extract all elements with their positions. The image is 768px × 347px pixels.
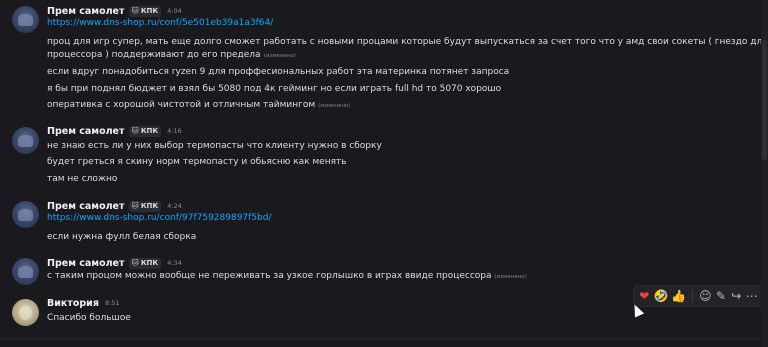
message-text-line: оперативка с хорошой чистотой и отличным… <box>47 99 350 112</box>
avatar[interactable] <box>12 6 39 33</box>
message-text: процессора ) поддерживают до его предела <box>47 50 261 60</box>
username[interactable]: Прем самолет <box>47 258 125 269</box>
message-text: проц для игр супер, мать еще долго сможе… <box>47 37 768 47</box>
timestamp[interactable]: 4:16 <box>167 127 182 135</box>
message-header: Виктория 8:51 <box>47 296 120 310</box>
add-reaction-icon[interactable]: ☺ <box>699 288 712 304</box>
message-input-edge <box>0 339 761 347</box>
heart-icon[interactable]: ❤ <box>638 288 650 304</box>
avatar[interactable] <box>12 299 39 326</box>
tag-label: КПК <box>140 202 159 210</box>
tag-label: КПК <box>140 259 159 267</box>
message-header: Прем самолет 🐱 КПК 4:16 <box>47 124 182 138</box>
divider <box>692 290 694 302</box>
edited-label: (изменено) <box>494 274 527 280</box>
laughing-face-icon[interactable]: 🤣 <box>653 288 668 304</box>
message-text: там не сложно <box>47 174 118 184</box>
message-text: если нужна фулл белая сборка <box>47 232 197 242</box>
server-tag[interactable]: 🐱 КПК <box>128 200 162 212</box>
timestamp[interactable]: 4:04 <box>167 7 182 15</box>
message-text: с таким процом можно вообще не переживат… <box>47 271 492 281</box>
message-link[interactable]: https://www.dns-shop.ru/conf/5e501eb39a1… <box>47 17 273 29</box>
message-text: я бы при поднял бюджет и взял бы 5080 по… <box>47 84 502 94</box>
cat-face-icon: 🐱 <box>131 7 139 15</box>
timestamp[interactable]: 4:34 <box>167 259 182 267</box>
reply-arrow-icon[interactable]: ↪ <box>730 288 742 304</box>
edit-icon[interactable]: ✎ <box>715 288 727 304</box>
timestamp[interactable]: 4:24 <box>167 202 182 210</box>
message-text-line: с таким процом можно вообще не переживат… <box>47 270 527 283</box>
message-text: Спасибо большое <box>47 313 131 323</box>
scrollbar[interactable] <box>761 0 768 347</box>
server-tag[interactable]: 🐱 КПК <box>128 125 162 137</box>
username[interactable]: Прем самолет <box>47 6 125 17</box>
tag-label: КПК <box>140 7 159 15</box>
username[interactable]: Прем самолет <box>47 126 125 137</box>
server-tag[interactable]: 🐱 КПК <box>128 257 162 269</box>
message-action-bar: ❤ 🤣 👍 ☺ ✎ ↪ ⋯ <box>633 285 763 307</box>
server-tag[interactable]: 🐱 КПК <box>128 5 162 17</box>
message-text-line: процессора ) поддерживают до его предела… <box>47 49 296 62</box>
more-icon[interactable]: ⋯ <box>746 288 758 304</box>
avatar[interactable] <box>12 127 39 154</box>
username[interactable]: Виктория <box>47 298 99 309</box>
message-header: Прем самолет 🐱 КПК 4:04 <box>47 4 182 18</box>
cat-face-icon: 🐱 <box>131 259 139 267</box>
avatar[interactable] <box>12 258 39 285</box>
avatar[interactable] <box>12 201 39 228</box>
scrollbar-thumb[interactable] <box>762 40 767 160</box>
message-text: оперативка с хорошой чистотой и отличным… <box>47 100 316 110</box>
message-text: будет греться я скину норм термопасту и … <box>47 157 347 167</box>
edited-label: (изменено) <box>318 103 351 109</box>
timestamp[interactable]: 8:51 <box>105 299 120 307</box>
message-text: не знаю есть ли у них выбор термопасты ч… <box>47 141 382 151</box>
message-header: Прем самолет 🐱 КПК 4:24 <box>47 199 182 213</box>
edited-label: (изменено) <box>263 53 296 59</box>
message-text: если вдруг понадобиться ryzen 9 для проф… <box>47 67 510 77</box>
thumbs-up-icon[interactable]: 👍 <box>671 288 686 304</box>
cat-face-icon: 🐱 <box>131 202 139 210</box>
message-link[interactable]: https://www.dns-shop.ru/conf/97f75928989… <box>47 212 272 224</box>
chat-area: Прем самолет 🐱 КПК 4:04 https://www.dns-… <box>0 0 768 347</box>
username[interactable]: Прем самолет <box>47 201 125 212</box>
cat-face-icon: 🐱 <box>131 127 139 135</box>
tag-label: КПК <box>140 127 159 135</box>
message-header: Прем самолет 🐱 КПК 4:34 <box>47 256 182 270</box>
